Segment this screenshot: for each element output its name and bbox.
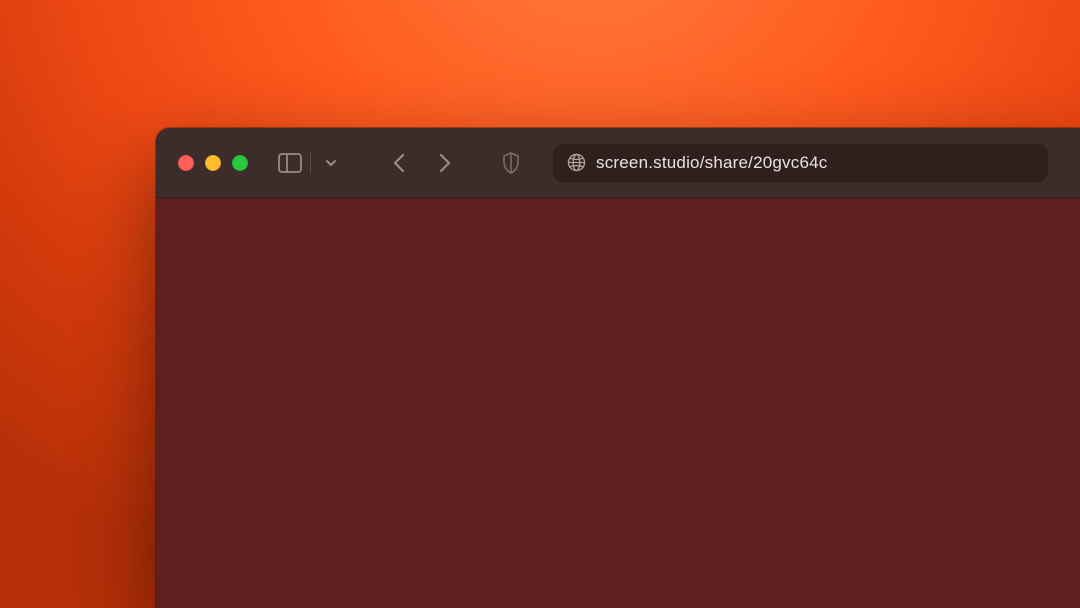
chevron-down-icon — [324, 156, 338, 170]
address-bar[interactable]: screen.studio/share/20gvc64c — [553, 144, 1048, 182]
sidebar-controls — [276, 149, 345, 177]
url-text: screen.studio/share/20gvc64c — [596, 153, 827, 173]
browser-toolbar: screen.studio/share/20gvc64c — [156, 128, 1080, 198]
globe-icon — [567, 153, 586, 172]
page-content — [156, 198, 1080, 608]
sidebar-icon — [278, 153, 302, 173]
window-controls — [178, 155, 248, 171]
shield-icon — [501, 151, 521, 175]
back-button[interactable] — [385, 149, 413, 177]
minimize-window-button[interactable] — [205, 155, 221, 171]
chevron-left-icon — [391, 152, 407, 174]
sidebar-toggle-button[interactable] — [276, 149, 304, 177]
chevron-right-icon — [437, 152, 453, 174]
navigation-controls — [385, 149, 459, 177]
close-window-button[interactable] — [178, 155, 194, 171]
tab-group-dropdown[interactable] — [317, 149, 345, 177]
maximize-window-button[interactable] — [232, 155, 248, 171]
browser-window: screen.studio/share/20gvc64c — [156, 128, 1080, 608]
privacy-shield-button[interactable] — [497, 149, 525, 177]
forward-button[interactable] — [431, 149, 459, 177]
toolbar-divider — [310, 153, 311, 173]
